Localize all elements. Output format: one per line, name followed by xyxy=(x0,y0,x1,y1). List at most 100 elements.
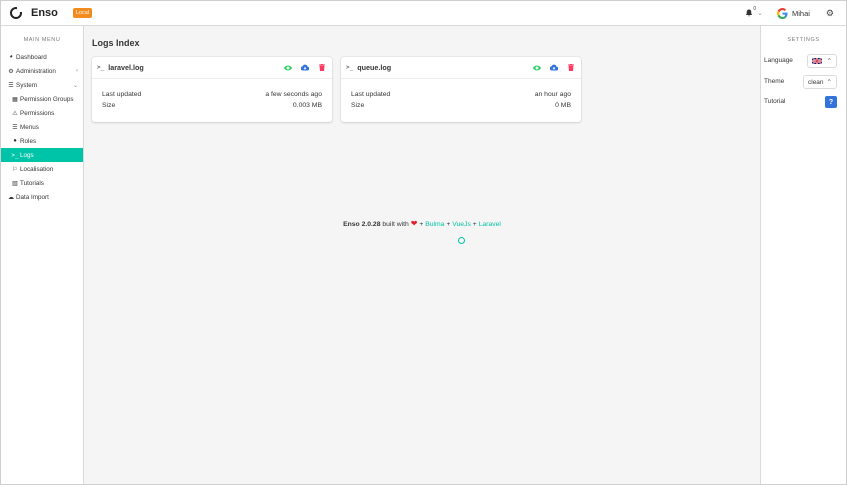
log-updated-label: Last updated xyxy=(102,91,142,98)
chevron-down-icon: ⌄ xyxy=(72,82,78,89)
sidebar-item-label: Permission Groups xyxy=(20,95,74,103)
uk-flag-icon xyxy=(811,58,822,64)
log-size-label: Size xyxy=(351,102,365,109)
language-select[interactable]: ⌃ xyxy=(806,54,837,68)
sidebar-item-label: Logs xyxy=(20,151,34,159)
navbar-right: 0 ⌄ Mihai ⚙ xyxy=(744,1,846,25)
sidebar-item-label: Localisation xyxy=(20,165,54,173)
environment-badge: Local xyxy=(72,8,93,18)
language-label: Language xyxy=(764,57,793,64)
terminal-icon: >_ xyxy=(346,64,354,71)
enso-logo-icon[interactable] xyxy=(10,7,22,19)
theme-value: clean xyxy=(808,78,824,86)
page-title: Logs Index xyxy=(92,38,140,48)
sidebar-item-label: Menus xyxy=(20,123,39,131)
log-card-queue: >_ queue.log Last updated an hour ago Si… xyxy=(341,57,581,122)
log-card-laravel: >_ laravel.log Last updated a few second… xyxy=(92,57,332,122)
footer-plus: + xyxy=(472,221,477,228)
navbar: Enso Local 0 ⌄ Mihai ⚙ xyxy=(1,1,846,26)
log-name: laravel.log xyxy=(108,63,144,72)
warning-icon: ⚠ xyxy=(12,110,18,117)
terminal-icon: >_ xyxy=(11,151,19,159)
settings-title: SETTINGS xyxy=(787,37,820,43)
sidebar-item-dashboard[interactable]: ◕ Dashboard xyxy=(1,50,83,64)
main-menu-sidebar: MAIN MENU ◕ Dashboard ⚙ Administration ‹… xyxy=(1,26,84,484)
cloud-upload-icon: ☁ xyxy=(8,194,14,201)
language-icon: ⚐ xyxy=(12,166,18,173)
footer-built-with: built with xyxy=(382,221,409,228)
list-icon: ☰ xyxy=(12,124,18,131)
settings-sidebar: SETTINGS Language ⌃ Theme clean ⌃ Tutori… xyxy=(760,26,846,484)
footer-version: Enso 2.0.28 xyxy=(343,221,381,228)
sidebar-item-permissions[interactable]: ⚠ Permissions xyxy=(1,106,83,120)
sidebar-item-data-import[interactable]: ☁ Data Import xyxy=(1,190,83,204)
users-cog-icon: ⚙ xyxy=(8,68,14,75)
tutorial-button[interactable]: ? xyxy=(825,96,837,108)
app-window: Enso Local 0 ⌄ Mihai ⚙ MAIN MENU ◕ Dashb… xyxy=(0,0,847,485)
sidebar-item-permission-groups[interactable]: ▦ Permission Groups xyxy=(1,92,83,106)
sidebar-item-label: Administration xyxy=(16,67,56,75)
download-cloud-icon[interactable] xyxy=(550,64,558,72)
github-icon[interactable] xyxy=(458,237,465,244)
sidebar-item-administration[interactable]: ⚙ Administration ‹ xyxy=(1,64,83,78)
chevron-up-icon: ⌃ xyxy=(826,58,832,65)
bulma-link[interactable]: Bulma xyxy=(425,221,444,228)
log-card-body: Last updated a few seconds ago Size 0.00… xyxy=(92,79,332,111)
laravel-link[interactable]: Laravel xyxy=(479,221,501,228)
sidebar-item-tutorials[interactable]: ▧ Tutorials xyxy=(1,176,83,190)
log-card-header: >_ queue.log xyxy=(341,57,581,79)
log-card-header: >_ laravel.log xyxy=(92,57,332,79)
log-card-actions xyxy=(524,64,575,72)
main-content: Logs Index >_ laravel.log Last updated a… xyxy=(85,26,759,484)
delete-trash-icon[interactable] xyxy=(567,64,575,72)
log-size-value: 0.003 MB xyxy=(292,102,322,109)
log-size-label: Size xyxy=(102,102,116,109)
chevron-up-icon: ⌃ xyxy=(826,79,832,86)
footer: Enso 2.0.28 built with ❤ + Bulma + VueJs… xyxy=(85,219,759,228)
google-icon xyxy=(776,7,788,19)
sidebar-item-label: System xyxy=(16,81,37,89)
terminal-icon: >_ xyxy=(97,64,105,71)
sidebar-item-label: Roles xyxy=(20,137,37,145)
user-avatar[interactable]: Mihai xyxy=(776,7,826,19)
notifications-bell-icon[interactable]: 0 xyxy=(744,6,756,18)
sidebar-item-label: Data Import xyxy=(16,193,49,201)
notifications-chevron-down-icon[interactable]: ⌄ xyxy=(757,9,763,17)
sidebar-item-label: Dashboard xyxy=(16,53,47,61)
heart-icon: ❤ xyxy=(410,219,418,228)
vuejs-link[interactable]: VueJs xyxy=(452,221,471,228)
list-icon: ☰ xyxy=(8,82,14,89)
log-updated-row: Last updated an hour ago xyxy=(351,89,571,100)
tutorial-label: Tutorial xyxy=(764,98,786,105)
footer-plus: + xyxy=(446,221,451,228)
log-card-actions xyxy=(275,64,326,72)
log-card-body: Last updated an hour ago Size 0 MB xyxy=(341,79,581,111)
sidebar-item-system[interactable]: ☰ System ⌄ xyxy=(1,78,83,92)
theme-label: Theme xyxy=(764,78,785,85)
sidebar-item-localisation[interactable]: ⚐ Localisation xyxy=(1,162,83,176)
log-size-row: Size 0 MB xyxy=(351,100,571,111)
log-name: queue.log xyxy=(357,63,392,72)
settings-gears-icon[interactable]: ⚙ xyxy=(826,8,834,19)
log-updated-value: a few seconds ago xyxy=(265,91,322,98)
sidebar-item-label: Tutorials xyxy=(20,179,44,187)
sidebar-item-label: Permissions xyxy=(20,109,55,117)
chevron-left-icon: ‹ xyxy=(76,68,78,74)
log-updated-label: Last updated xyxy=(351,91,391,98)
book-icon: ▧ xyxy=(12,180,18,187)
main-menu-title: MAIN MENU xyxy=(23,37,61,43)
sidebar-item-roles[interactable]: ● Roles xyxy=(1,134,83,148)
footer-plus: + xyxy=(419,221,424,228)
download-cloud-icon[interactable] xyxy=(301,64,309,72)
circle-icon: ● xyxy=(13,138,17,144)
theme-select[interactable]: clean ⌃ xyxy=(803,75,837,89)
view-eye-icon[interactable] xyxy=(284,64,292,72)
view-eye-icon[interactable] xyxy=(533,64,541,72)
sidebar-item-menus[interactable]: ☰ Menus xyxy=(1,120,83,134)
sidebar-item-logs[interactable]: >_ Logs xyxy=(1,148,83,162)
dashboard-icon: ◕ xyxy=(9,54,13,60)
log-updated-value: an hour ago xyxy=(534,91,571,98)
sitemap-icon: ▦ xyxy=(12,96,18,103)
delete-trash-icon[interactable] xyxy=(318,64,326,72)
brand-name[interactable]: Enso xyxy=(31,7,58,19)
